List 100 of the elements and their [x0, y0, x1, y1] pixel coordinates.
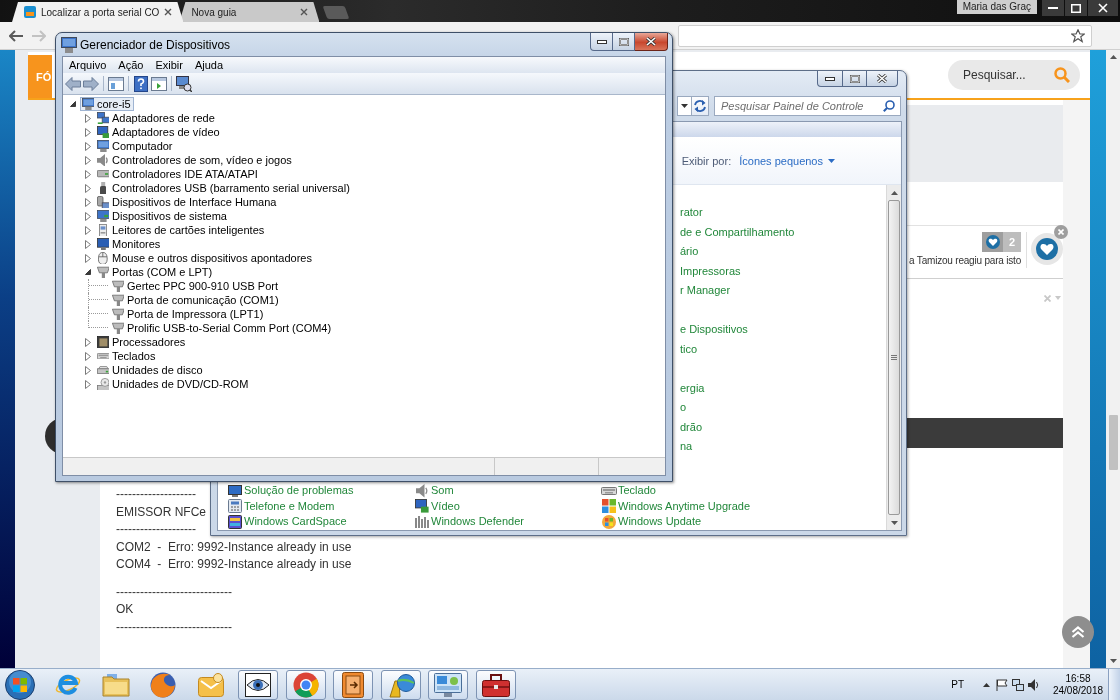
menu-item[interactable]: Ajuda: [188, 57, 230, 73]
control-panel-link[interactable]: Telefone e Modem: [228, 499, 335, 514]
address-field[interactable]: [678, 24, 1092, 47]
tree-item[interactable]: Portas (COM e LPT): [95, 265, 216, 279]
scroll-down-icon[interactable]: [1109, 659, 1117, 663]
close-button[interactable]: [867, 71, 898, 87]
control-panel-link[interactable]: Windows Defender: [415, 515, 524, 529]
control-panel-link[interactable]: de e Compartilhamento: [680, 225, 795, 239]
control-panel-link[interactable]: tico: [680, 342, 698, 356]
browser-tab[interactable]: Localizar a porta serial CO: [12, 2, 184, 22]
tree-item[interactable]: Porta de comunicação (COM1): [110, 293, 282, 307]
view-by-dropdown[interactable]: Ícones pequenos: [739, 154, 835, 167]
scrollbar[interactable]: [1106, 50, 1120, 668]
menu-item[interactable]: Arquivo: [63, 57, 113, 73]
back-icon[interactable]: [65, 76, 81, 91]
tree-item[interactable]: Unidades de disco: [95, 363, 206, 377]
control-panel-link[interactable]: ário: [680, 245, 699, 259]
tree-item[interactable]: Porta de Impressora (LPT1): [110, 307, 267, 321]
control-panel-link[interactable]: Windows Update: [602, 514, 702, 529]
browser-tab[interactable]: Nova guia: [179, 2, 320, 22]
control-panel-link[interactable]: ergia: [680, 381, 705, 395]
taskbar-button[interactable]: [333, 669, 373, 700]
control-panel-link[interactable]: Windows CardSpace: [228, 514, 347, 529]
search-field[interactable]: Pesquisar Painel de Controle: [714, 96, 901, 116]
tree-item[interactable]: Adaptadores de vídeo: [95, 125, 223, 139]
minimize-button[interactable]: [1042, 0, 1064, 16]
up-arrow-icon[interactable]: [983, 682, 990, 687]
window-pane-icon[interactable]: [108, 76, 124, 91]
control-panel-link[interactable]: na: [680, 440, 693, 454]
tree-item[interactable]: Dispositivos de sistema: [95, 209, 230, 223]
control-panel-link[interactable]: e Dispositivos: [680, 323, 748, 337]
star-icon[interactable]: [1071, 28, 1085, 43]
back-icon[interactable]: [9, 29, 23, 42]
flag-icon[interactable]: [996, 678, 1008, 691]
network-icon[interactable]: [1012, 678, 1024, 691]
tree-item[interactable]: Unidades de DVD/CD-ROM: [95, 377, 252, 391]
profile-button[interactable]: Maria das Graç: [956, 0, 1037, 14]
control-panel-link[interactable]: o: [680, 401, 687, 415]
tree-item[interactable]: Prolific USB-to-Serial Comm Port (COM4): [110, 321, 335, 335]
control-panel-link[interactable]: Windows Anytime Upgrade: [602, 499, 751, 514]
expander-icon[interactable]: [85, 269, 91, 275]
close-button[interactable]: [1088, 0, 1118, 16]
search-input[interactable]: Pesquisar Painel de Controle: [721, 100, 883, 112]
input-device-icon: [96, 195, 110, 209]
scan-computer-icon[interactable]: [176, 75, 192, 92]
tree-item[interactable]: Processadores: [95, 335, 189, 349]
tree-item[interactable]: Leitores de cartões inteligentes: [95, 223, 268, 237]
tree-item[interactable]: Teclados: [95, 349, 159, 363]
minimize-button[interactable]: [817, 71, 843, 87]
clock-date[interactable]: 24/08/2018: [1052, 684, 1104, 697]
close-button[interactable]: [635, 33, 668, 51]
control-panel-link[interactable]: drão: [680, 420, 703, 434]
speaker-icon[interactable]: [1028, 678, 1040, 691]
scroll-up-icon[interactable]: [1109, 55, 1117, 59]
tree-item[interactable]: Controladores IDE ATA/ATAPI: [95, 167, 261, 181]
tree-item[interactable]: Controladores de som, vídeo e jogos: [95, 153, 295, 167]
control-panel-link[interactable]: Solução de problemas: [228, 484, 354, 498]
search-field[interactable]: Pesquisar...: [948, 60, 1080, 90]
control-panel-link[interactable]: Vídeo: [415, 499, 460, 514]
control-panel-link[interactable]: r Manager: [680, 284, 731, 298]
menu-item[interactable]: Exibir: [149, 57, 189, 73]
scroll-up-icon[interactable]: [890, 190, 898, 195]
maximize-button[interactable]: [613, 33, 635, 51]
search-icon[interactable]: [883, 100, 895, 112]
scrollbar-thumb[interactable]: [888, 200, 900, 515]
tree-item[interactable]: Adaptadores de rede: [95, 111, 218, 125]
control-panel-link[interactable]: rator: [680, 206, 703, 220]
tree-item[interactable]: Computador: [95, 139, 176, 153]
maximize-button[interactable]: [843, 71, 867, 87]
tree-item[interactable]: Dispositivos de Interface Humana: [95, 195, 280, 209]
close-icon[interactable]: [300, 8, 309, 16]
taskbar-button[interactable]: [238, 669, 278, 700]
search-input[interactable]: Pesquisar...: [963, 68, 1054, 82]
drive-icon: [96, 170, 110, 178]
tree-item[interactable]: Mouse e outros dispositivos apontadores: [95, 251, 315, 265]
tree-item[interactable]: Gertec PPC 900-910 USB Port: [110, 279, 281, 293]
tree-item[interactable]: Controladores USB (barramento serial universal): [95, 181, 353, 195]
refresh-button[interactable]: [691, 96, 709, 116]
forward-icon[interactable]: [83, 76, 99, 91]
scrollbar[interactable]: [886, 185, 901, 530]
maximize-button[interactable]: [1065, 0, 1087, 16]
dropdown-button[interactable]: [677, 96, 691, 116]
react-button[interactable]: [1031, 233, 1063, 265]
scrollbar-thumb[interactable]: [1108, 415, 1118, 470]
clock-time[interactable]: 16:58: [1065, 672, 1091, 685]
envelope-icon: [197, 672, 224, 697]
control-panel-link[interactable]: Impressoras: [680, 264, 741, 278]
tree-item[interactable]: Monitores: [95, 237, 164, 251]
minimize-button[interactable]: [590, 33, 613, 51]
scroll-down-icon[interactable]: [890, 520, 898, 525]
control-panel-link[interactable]: Teclado: [602, 484, 656, 498]
start-orb-icon[interactable]: [5, 669, 35, 700]
tree-item[interactable]: core-i5: [80, 97, 134, 111]
taskbar-button[interactable]: [475, 669, 516, 700]
close-icon[interactable]: [164, 8, 173, 16]
menu-item[interactable]: Ação: [112, 57, 150, 73]
control-panel-link[interactable]: Som: [415, 483, 454, 498]
language-indicator[interactable]: PT: [951, 679, 964, 690]
dismiss-button[interactable]: [1054, 225, 1068, 239]
help-icon[interactable]: [134, 75, 148, 92]
